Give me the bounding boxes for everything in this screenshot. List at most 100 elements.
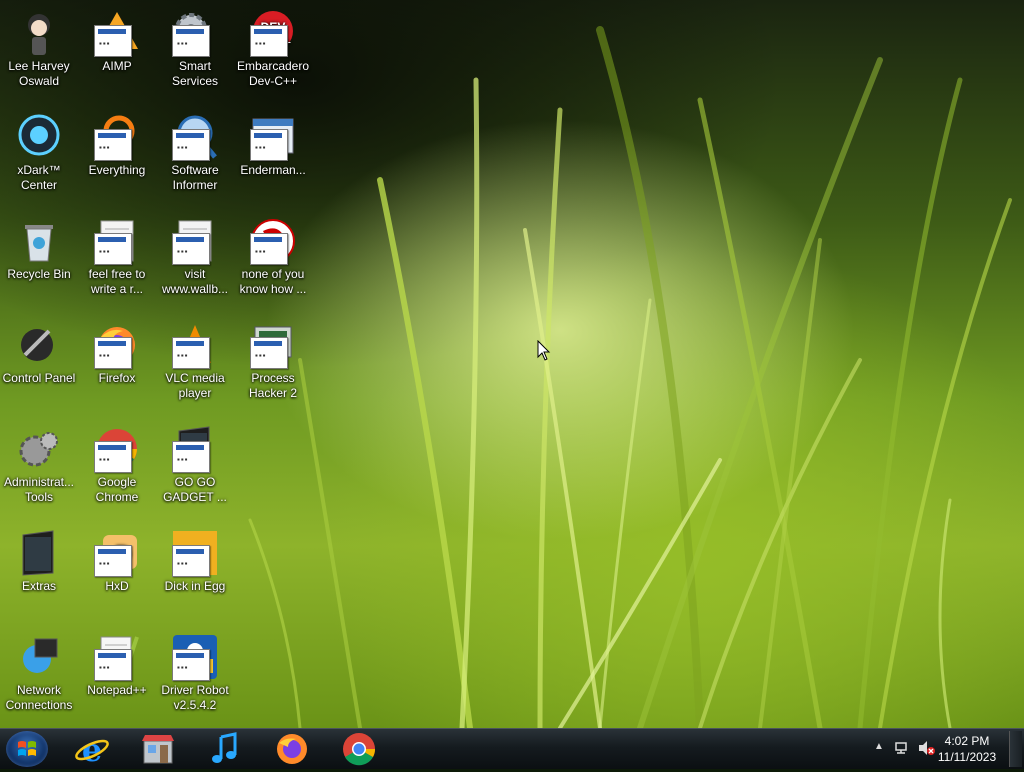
desktop-icon-label: none of you know how ... (239, 267, 307, 296)
red-bird-icon (249, 217, 297, 265)
desktop-icon-label: Extras (21, 579, 56, 593)
control-panel-icon (15, 321, 63, 369)
desktop-icon-label: Lee Harvey Oswald (8, 59, 70, 88)
shortcut-overlay-icon (94, 545, 132, 577)
anime-character-icon (15, 9, 63, 57)
desktop-icon-label: Control Panel (2, 371, 76, 385)
shortcut-overlay-icon (250, 337, 288, 369)
shortcut-overlay-icon (94, 337, 132, 369)
chevron-up-icon[interactable]: ▲ (874, 741, 884, 752)
magnifier-icon (171, 113, 219, 161)
shortcut-overlay-icon (172, 649, 210, 681)
desktop-icon[interactable]: D HxD (79, 523, 155, 594)
window-icon (249, 113, 297, 161)
admin-tools-icon (15, 425, 63, 473)
aimp-icon (93, 9, 141, 57)
dev-cpp-icon: DEV+ (249, 9, 297, 57)
chrome-icon (93, 425, 141, 473)
desktop-icon[interactable]: VLC media player (157, 315, 233, 401)
desktop-icon-label: Administrat... Tools (3, 475, 75, 504)
desktop-icon[interactable]: Control Panel (1, 315, 77, 386)
shortcut-overlay-icon (94, 441, 132, 473)
desktop-icon[interactable]: feel free to write a r... (79, 211, 155, 297)
desktop-icon[interactable]: AIMP (79, 3, 155, 74)
driver-robot-icon (171, 633, 219, 681)
desktop-icon-label: visit www.wallb... (161, 267, 229, 296)
taskbar: e ▲ 4:02 PM 11/11/2023 (0, 728, 1024, 769)
desktop-icon-label: Everything (88, 163, 146, 177)
desktop-icon-label: Smart Services (171, 59, 218, 88)
clock-date: 11/11/2023 (937, 750, 997, 764)
svg-text:e: e (82, 731, 102, 767)
desktop-icon-label: Firefox (98, 371, 136, 385)
desktop-icon[interactable]: Firefox (79, 315, 155, 386)
desktop-icon-label: GO GO GADGET ... (163, 475, 227, 504)
desktop-icon[interactable]: Administrat... Tools (1, 419, 77, 505)
text-file-icon (93, 217, 141, 265)
system-tray: ▲ 4:02 PM 11/11/2023 (864, 729, 1024, 769)
desktop-icon[interactable]: Software Informer (157, 107, 233, 193)
desktop-icon[interactable]: Extras (1, 523, 77, 594)
desktop-icon-label: Embarcadero Dev-C++ (236, 59, 310, 88)
everything-search-icon (93, 113, 141, 161)
clock-time: 4:02 PM (944, 734, 990, 748)
shortcut-overlay-icon (250, 129, 288, 161)
desktop-icon[interactable]: none of you know how ... (235, 211, 311, 297)
desktop-icon[interactable]: Driver Robot v2.5.4.2 (157, 627, 233, 713)
desktop-icon-label: AIMP (102, 59, 132, 73)
desktop-icon[interactable]: Everything (79, 107, 155, 178)
black-folder-icon (171, 425, 219, 473)
desktop-icon[interactable]: Notepad++ (79, 627, 155, 698)
shortcut-overlay-icon (172, 337, 210, 369)
music-note-icon[interactable] (203, 731, 247, 767)
desktop-icon[interactable]: GO GO GADGET ... (157, 419, 233, 505)
desktop-icon[interactable]: Smart Services (157, 3, 233, 89)
show-desktop-button[interactable] (1009, 731, 1022, 767)
desktop-icon-label: Recycle Bin (7, 267, 71, 281)
desktop-icon-label: Dick in Egg (164, 579, 226, 593)
desktop-icon-label: feel free to write a r... (88, 267, 146, 296)
desktop-icon[interactable]: Google Chrome (79, 419, 155, 505)
network-icon (15, 633, 63, 681)
process-hacker-icon (249, 321, 297, 369)
desktop-icon[interactable]: Enderman... (235, 107, 311, 178)
egg-game-icon: e (171, 529, 219, 577)
vlc-icon (171, 321, 219, 369)
desktop-icon-label: xDark™ Center (17, 163, 61, 192)
desktop-icon-label: Enderman... (240, 163, 306, 177)
desktop-icon[interactable]: DEV+Embarcadero Dev-C++ (235, 3, 311, 89)
xdark-icon (15, 113, 63, 161)
shortcut-overlay-icon (94, 25, 132, 57)
shortcut-overlay-icon (172, 25, 210, 57)
shortcut-overlay-icon (94, 649, 132, 681)
desktop-icon[interactable]: Network Connections (1, 627, 77, 713)
clock[interactable]: 4:02 PM 11/11/2023 (932, 733, 1002, 765)
desktop-icon[interactable]: visit www.wallb... (157, 211, 233, 297)
desktop-icon-label: Software Informer (171, 163, 219, 192)
desktop-icon[interactable]: xDark™ Center (1, 107, 77, 193)
shortcut-overlay-icon (172, 545, 210, 577)
desktop-icon[interactable]: e Dick in Egg (157, 523, 233, 594)
chrome-icon[interactable] (337, 731, 381, 767)
internet-explorer-icon[interactable]: e (70, 731, 114, 769)
recycle-bin-icon (15, 217, 63, 265)
desktop-icon[interactable]: Lee Harvey Oswald (1, 3, 77, 89)
shortcut-overlay-icon (172, 441, 210, 473)
hxd-icon: D (93, 529, 141, 577)
shortcut-overlay-icon (94, 233, 132, 265)
desktop-icon-label: Google Chrome (95, 475, 139, 504)
desktop-icon-label: Notepad++ (87, 683, 147, 697)
desktop-icon-label: Driver Robot v2.5.4.2 (161, 683, 229, 712)
store-icon[interactable] (136, 731, 180, 767)
shortcut-overlay-icon (172, 233, 210, 265)
gear-icon (171, 9, 219, 57)
desktop-icon[interactable]: Process Hacker 2 (235, 315, 311, 401)
windows-start-orb-icon[interactable] (6, 731, 48, 767)
desktop-icon-label: Network Connections (5, 683, 73, 712)
desktop-icon[interactable]: Recycle Bin (1, 211, 77, 282)
network-icon[interactable] (894, 740, 910, 761)
desktop-icon-label: HxD (105, 579, 129, 593)
firefox-icon[interactable] (270, 731, 314, 767)
black-folder-icon (15, 529, 63, 577)
shortcut-overlay-icon (250, 25, 288, 57)
